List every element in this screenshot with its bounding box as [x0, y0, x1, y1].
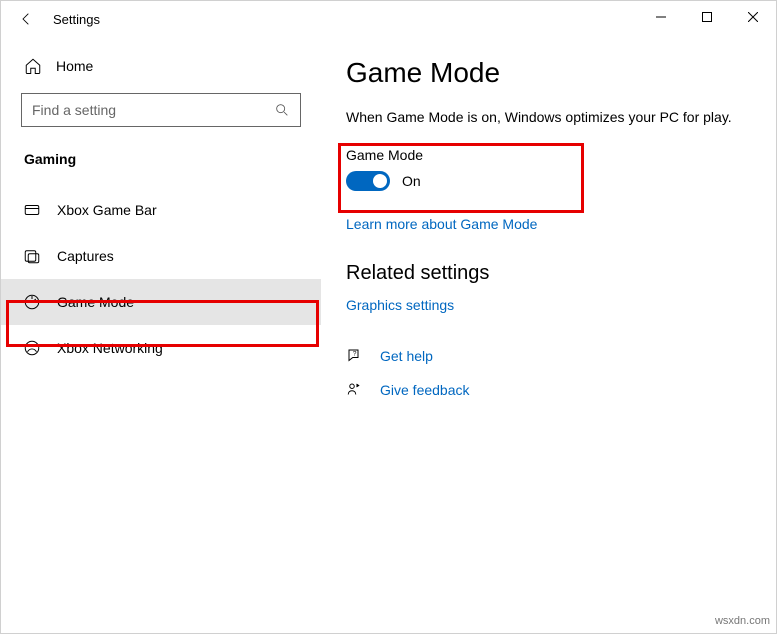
sidebar-item-label: Game Mode [57, 294, 134, 310]
search-icon [274, 102, 290, 118]
search-placeholder: Find a setting [32, 102, 116, 118]
sidebar-item-captures[interactable]: Captures [1, 233, 321, 279]
sidebar-item-label: Xbox Game Bar [57, 202, 157, 218]
search-input[interactable]: Find a setting [21, 93, 301, 127]
home-nav[interactable]: Home [21, 57, 301, 75]
give-feedback-link[interactable]: Give feedback [380, 382, 470, 398]
window-title: Settings [53, 12, 100, 27]
home-label: Home [56, 58, 93, 74]
game-mode-toggle[interactable] [346, 171, 390, 191]
sidebar-item-xbox-networking[interactable]: Xbox Networking [1, 325, 321, 371]
maximize-button[interactable] [684, 1, 730, 33]
sidebar-item-label: Xbox Networking [57, 340, 163, 356]
game-mode-icon [23, 293, 41, 311]
category-label: Gaming [21, 151, 301, 167]
svg-text:?: ? [353, 350, 357, 357]
page-description: When Game Mode is on, Windows optimizes … [346, 109, 756, 125]
help-icon: ? [346, 347, 364, 365]
sidebar-item-game-mode[interactable]: Game Mode [1, 279, 321, 325]
graphics-settings-link[interactable]: Graphics settings [346, 297, 756, 313]
feedback-icon [346, 381, 364, 399]
watermark: wsxdn.com [715, 615, 770, 627]
page-title: Game Mode [346, 57, 756, 89]
learn-more-link[interactable]: Learn more about Game Mode [346, 216, 756, 232]
close-button[interactable] [730, 1, 776, 33]
toggle-state: On [402, 173, 421, 189]
minimize-button[interactable] [638, 1, 684, 33]
xbox-icon [23, 339, 41, 357]
sidebar-item-xbox-game-bar[interactable]: Xbox Game Bar [1, 187, 321, 233]
home-icon [24, 57, 42, 75]
back-button[interactable] [13, 11, 41, 27]
sidebar-item-label: Captures [57, 248, 114, 264]
get-help-link[interactable]: Get help [380, 348, 433, 364]
captures-icon [23, 247, 41, 265]
toggle-label: Game Mode [346, 147, 423, 163]
related-settings-heading: Related settings [346, 262, 756, 285]
game-bar-icon [23, 201, 41, 219]
